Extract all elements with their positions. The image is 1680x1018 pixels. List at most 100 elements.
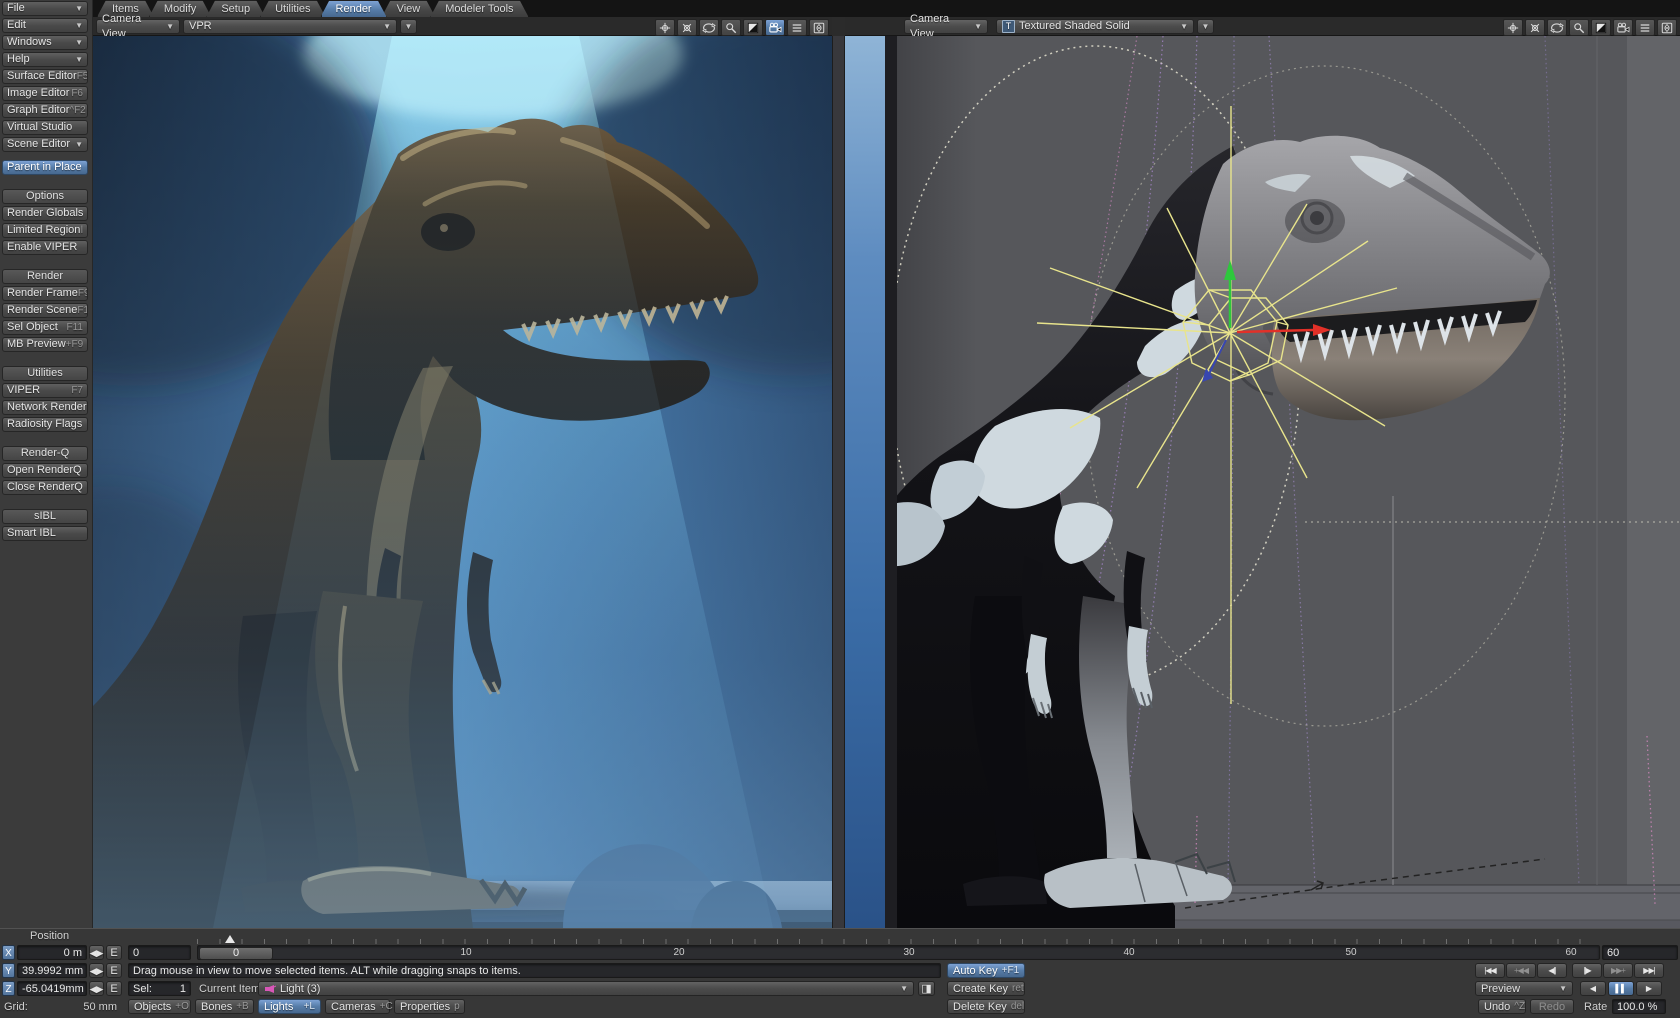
sidebar-item-enable-viper[interactable]: Enable VIPER xyxy=(2,240,88,255)
preview-dropdown[interactable]: Preview ▼ xyxy=(1475,981,1573,996)
sidebar: File▼ Edit▼ Windows▼ Help▼ Surface EditorF5 I… xyxy=(0,0,93,928)
pan-icon[interactable] xyxy=(655,19,675,36)
sidebar-item-graph-editor[interactable]: Graph Editor^F2 xyxy=(2,103,88,118)
go-start-button[interactable]: |◀◀ xyxy=(1475,963,1505,978)
sidebar-item-surface-editor[interactable]: Surface EditorF5 xyxy=(2,69,88,84)
y-position-field[interactable]: 39.9992 mm xyxy=(17,963,87,978)
item-type-properties[interactable]: Propertiesp xyxy=(394,999,465,1014)
rotate-icon[interactable] xyxy=(677,19,697,36)
button-shortcut: +F1 xyxy=(1002,964,1020,978)
sidebar-item-limited-region[interactable]: Limited Regionl xyxy=(2,223,88,238)
y-envelope-button[interactable]: E xyxy=(106,963,122,978)
zoom-icon[interactable] xyxy=(1569,19,1589,36)
prev-keyframe-button[interactable]: +◀◀ xyxy=(1506,963,1536,978)
item-type-objects[interactable]: Objects+O xyxy=(128,999,191,1014)
save-view-icon[interactable] xyxy=(1657,19,1677,36)
sidebar-item-parent-in-place[interactable]: Parent in Place xyxy=(2,160,88,175)
tab-view[interactable]: View xyxy=(382,0,436,17)
menu-help[interactable]: Help▼ xyxy=(2,52,88,67)
chevron-down-icon: ▼ xyxy=(75,36,83,49)
tab-utilities[interactable]: Utilities xyxy=(260,0,325,17)
sidebar-item-render-frame[interactable]: Render FrameF9 xyxy=(2,286,88,301)
menu-file[interactable]: File▼ xyxy=(2,1,88,16)
sidebar-item-radiosity-flags[interactable]: Radiosity Flags xyxy=(2,417,88,432)
item-panel-toggle-button[interactable]: ◨ xyxy=(918,981,935,996)
viewport-divider[interactable] xyxy=(832,36,845,928)
sidebar-item-close-renderq[interactable]: Close RenderQ xyxy=(2,480,88,495)
orbit-icon[interactable] xyxy=(1547,19,1567,36)
sidebar-item-image-editor[interactable]: Image EditorF6 xyxy=(2,86,88,101)
item-type-cameras[interactable]: Cameras+C xyxy=(325,999,390,1014)
right-viewport-options-button[interactable]: ▼ xyxy=(1197,19,1214,34)
auto-key-button[interactable]: Auto Key +F1 xyxy=(947,963,1025,978)
camera-icon[interactable] xyxy=(765,19,785,36)
zoom-icon[interactable] xyxy=(721,19,741,36)
sidebar-item-smart-ibl[interactable]: Smart IBL xyxy=(2,526,88,541)
list-icon[interactable] xyxy=(1635,19,1655,36)
status-message: Drag mouse in view to move selected item… xyxy=(128,963,941,978)
pause-button[interactable]: ▌▌ xyxy=(1608,981,1634,996)
chevron-down-icon: ▼ xyxy=(405,19,413,34)
orbit-icon[interactable] xyxy=(699,19,719,36)
sidebar-item-sel-object[interactable]: Sel ObjectF11 xyxy=(2,320,88,335)
sidebar-item-open-renderq[interactable]: Open RenderQ xyxy=(2,463,88,478)
minmax-icon[interactable] xyxy=(743,19,763,36)
x-envelope-button[interactable]: E xyxy=(106,945,122,960)
next-keyframe-button[interactable]: ▶▶+ xyxy=(1603,963,1633,978)
menu-windows[interactable]: Windows▼ xyxy=(2,35,88,50)
z-nudge-stepper[interactable]: ◀▶ xyxy=(89,981,104,996)
button-shortcut: +F9 xyxy=(66,338,84,351)
go-end-button[interactable]: ▶▶| xyxy=(1634,963,1664,978)
end-frame-field[interactable]: 60 xyxy=(1602,945,1678,960)
create-key-button[interactable]: Create Key ret xyxy=(947,981,1025,996)
left-viewport-options-button[interactable]: ▼ xyxy=(400,19,417,34)
list-icon[interactable] xyxy=(787,19,807,36)
sidebar-item-virtual-studio[interactable]: Virtual Studio xyxy=(2,120,88,135)
z-envelope-button[interactable]: E xyxy=(106,981,122,996)
timeline-track[interactable]: 0 102030405060 xyxy=(197,945,1600,960)
sidebar-item-network-render[interactable]: Network Render xyxy=(2,400,88,415)
pan-icon[interactable] xyxy=(1503,19,1523,36)
timeline-slider-thumb[interactable]: 0 xyxy=(199,947,273,960)
sidebar-item-viper[interactable]: VIPERF7 xyxy=(2,383,88,398)
sidebar-item-mb-preview[interactable]: MB Preview+F9 xyxy=(2,337,88,352)
preview-label: Preview xyxy=(1481,982,1520,996)
minmax-icon[interactable] xyxy=(1591,19,1611,36)
x-axis-badge[interactable]: X xyxy=(2,945,15,960)
redo-button[interactable]: Redo xyxy=(1530,999,1574,1014)
rate-field[interactable]: 100.0 % xyxy=(1612,999,1666,1014)
prev-frame-button[interactable]: ◀|| xyxy=(1537,963,1567,978)
tab-render[interactable]: Render xyxy=(321,0,387,17)
right-viewport-shaded[interactable] xyxy=(845,36,1680,928)
sidebar-item-render-scene[interactable]: Render SceneF10 xyxy=(2,303,88,318)
sidebar-item-scene-editor[interactable]: Scene Editor▼ xyxy=(2,137,88,152)
tab-modeler-tools[interactable]: Modeler Tools xyxy=(430,0,528,17)
y-nudge-stepper[interactable]: ◀▶ xyxy=(89,963,104,978)
x-nudge-stepper[interactable]: ◀▶ xyxy=(89,945,104,960)
camera-icon[interactable] xyxy=(1613,19,1633,36)
rotate-icon[interactable] xyxy=(1525,19,1545,36)
x-position-field[interactable]: 0 m xyxy=(17,945,87,960)
left-shading-mode-dropdown[interactable]: VPR ▼ xyxy=(183,19,397,34)
item-type-lights[interactable]: Lights+L xyxy=(258,999,321,1014)
menu-edit[interactable]: Edit▼ xyxy=(2,18,88,33)
tab-setup[interactable]: Setup xyxy=(206,0,265,17)
next-frame-button[interactable]: ||▶ xyxy=(1572,963,1602,978)
sidebar-item-render-globals[interactable]: Render Globals xyxy=(2,206,88,221)
delete-key-button[interactable]: Delete Key del xyxy=(947,999,1025,1014)
left-view-mode-dropdown[interactable]: Camera View ▼ xyxy=(96,19,180,34)
undo-button[interactable]: Undo ^Z xyxy=(1478,999,1526,1014)
selection-count-field[interactable]: Sel: 1 xyxy=(128,981,191,996)
current-item-dropdown[interactable]: Light (3) ▼ xyxy=(258,981,914,996)
z-position-field[interactable]: -65.0419mm xyxy=(17,981,87,996)
play-reverse-button[interactable]: ◀ xyxy=(1580,981,1606,996)
right-shading-mode-dropdown[interactable]: T Textured Shaded Solid ▼ xyxy=(996,19,1194,34)
right-view-mode-dropdown[interactable]: Camera View ▼ xyxy=(904,19,988,34)
y-axis-badge[interactable]: Y xyxy=(2,963,15,978)
z-axis-badge[interactable]: Z xyxy=(2,981,15,996)
play-forward-button[interactable]: ▶ xyxy=(1636,981,1662,996)
save-view-icon[interactable] xyxy=(809,19,829,36)
item-type-bones[interactable]: Bones+B xyxy=(195,999,254,1014)
current-frame-field[interactable]: 0 xyxy=(128,945,191,960)
left-viewport-vpr-render[interactable] xyxy=(93,36,832,928)
